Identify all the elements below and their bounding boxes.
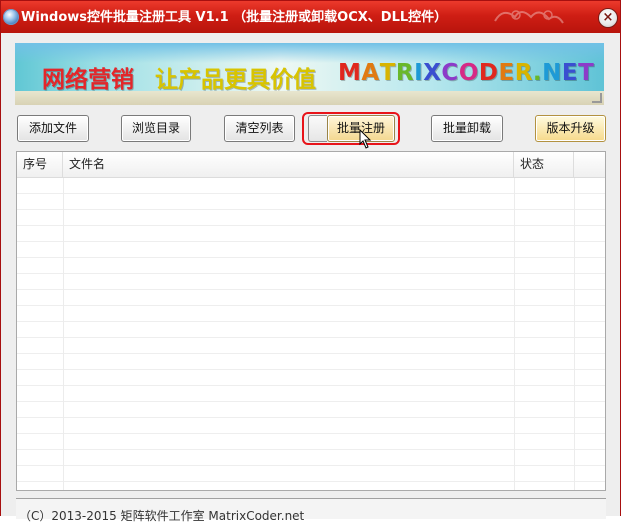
clear-list-button[interactable]: 清空列表 xyxy=(224,115,295,142)
title-bar[interactable]: Windows控件批量注册工具 V1.1 （批量注册或卸载OCX、DLL控件） … xyxy=(1,1,620,33)
column-header-status[interactable]: 状态 xyxy=(514,152,574,177)
upgrade-button[interactable]: 版本升级 xyxy=(535,115,606,142)
mouse-cursor-icon xyxy=(359,129,372,149)
banner-slogan-2: 让产品更具价值 xyxy=(155,67,316,93)
copyright-text: （C）2013-2015 矩阵软件工作室 MatrixCoder.net xyxy=(19,509,305,523)
banner-site-text: MATRIXCODER.NET xyxy=(338,60,595,86)
window-title: Windows控件批量注册工具 V1.1 （批量注册或卸载OCX、DLL控件） xyxy=(21,10,448,25)
table-body[interactable] xyxy=(17,178,605,490)
cloud-ornament-icon xyxy=(494,10,564,24)
column-header-extra[interactable] xyxy=(574,152,605,177)
close-icon: × xyxy=(602,10,614,25)
app-window: Windows控件批量注册工具 V1.1 （批量注册或卸载OCX、DLL控件） … xyxy=(0,0,621,523)
column-divider xyxy=(514,178,515,490)
table-header: 序号 文件名 状态 xyxy=(17,152,605,178)
column-header-index[interactable]: 序号 xyxy=(17,152,63,177)
file-list-table[interactable]: 序号 文件名 状态 xyxy=(16,151,606,491)
highlight-box xyxy=(302,112,400,145)
status-bar: （C）2013-2015 矩阵软件工作室 MatrixCoder.net xyxy=(16,498,606,523)
browse-dir-button[interactable]: 浏览目录 xyxy=(121,115,191,142)
column-divider xyxy=(63,178,64,490)
batch-unregister-button[interactable]: 批量卸载 xyxy=(431,115,503,142)
banner-slogan-1: 网络营销 xyxy=(42,67,134,93)
column-divider xyxy=(574,178,575,490)
resize-grip-icon xyxy=(592,93,602,103)
banner: 网络营销 让产品更具价值 MATRIXCODER.NET xyxy=(15,43,604,105)
column-header-filename[interactable]: 文件名 xyxy=(63,152,514,177)
banner-site-name: MATRIXCODER.NET xyxy=(338,60,594,86)
add-file-button[interactable]: 添加文件 xyxy=(17,115,89,142)
close-button[interactable]: × xyxy=(598,8,618,28)
app-icon xyxy=(3,9,19,25)
